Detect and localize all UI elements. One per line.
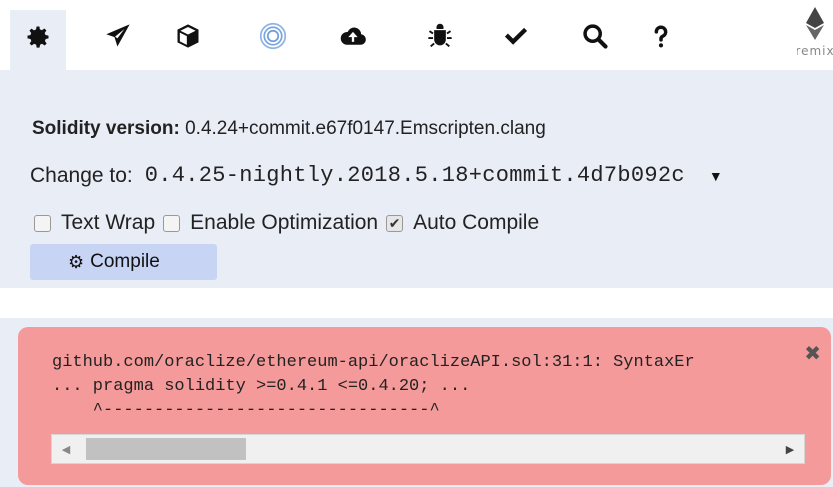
checkmark-icon <box>502 22 530 57</box>
remix-logo: remix <box>797 6 833 70</box>
error-line: ... pragma solidity >=0.4.1 <=0.4.20; ..… <box>52 377 471 396</box>
error-line: ^--------------------------------^ <box>52 401 440 420</box>
search-icon <box>581 22 609 57</box>
scroll-right-icon[interactable]: ▶ <box>778 435 802 463</box>
compile-button[interactable]: ⚙ Compile <box>30 244 217 280</box>
cloud-upload-icon <box>339 22 367 57</box>
text-wrap-label: Text Wrap <box>61 211 156 234</box>
solidity-version-value: 0.4.24+commit.e67f0147.Emscripten.clang <box>185 118 546 139</box>
tab-run[interactable] <box>90 10 146 68</box>
text-wrap-checkbox[interactable] <box>34 214 51 232</box>
dropdown-caret-icon[interactable]: ▼ <box>709 168 723 184</box>
question-icon <box>647 22 675 57</box>
target-rings-icon <box>259 22 287 57</box>
horizontal-scrollbar[interactable]: ◀ ▶ <box>51 434 805 464</box>
auto-compile-checkbox[interactable]: ✔ <box>386 214 404 232</box>
logo-text: remix <box>797 44 833 58</box>
scroll-left-icon[interactable]: ◀ <box>54 435 78 463</box>
compile-options: Text Wrap Enable Optimization ✔ Auto Com… <box>34 211 547 235</box>
tab-bar: remix <box>0 0 833 70</box>
panel-gap <box>0 288 833 318</box>
enable-optimization-label: Enable Optimization <box>190 211 379 234</box>
tab-settings[interactable] <box>10 10 66 70</box>
tab-bug[interactable] <box>412 10 468 68</box>
tab-upload[interactable] <box>325 10 381 68</box>
paper-plane-icon <box>104 22 132 57</box>
error-message: github.com/oraclize/ethereum-api/oracliz… <box>52 351 802 423</box>
compile-button-label: Compile <box>90 251 160 272</box>
scroll-thumb[interactable] <box>86 438 246 460</box>
error-line: github.com/oraclize/ethereum-api/oracliz… <box>52 353 695 372</box>
tab-search[interactable] <box>567 10 623 68</box>
change-version-row: Change to: 0.4.25-nightly.2018.5.18+comm… <box>30 163 723 188</box>
tab-test[interactable] <box>488 10 544 68</box>
auto-compile-label: Auto Compile <box>413 211 540 234</box>
ethereum-logo-icon <box>806 7 824 40</box>
enable-optimization-checkbox[interactable] <box>163 214 181 232</box>
solidity-version-label: Solidity version: <box>32 118 180 139</box>
tab-debugger[interactable] <box>245 10 301 68</box>
gear-icon: ⚙ <box>68 251 85 272</box>
solidity-version-row: Solidity version: 0.4.24+commit.e67f0147… <box>32 118 546 140</box>
bug-icon <box>426 22 454 57</box>
compiler-version-select[interactable]: 0.4.25-nightly.2018.5.18+commit.4d7b092c <box>145 163 685 188</box>
close-icon[interactable]: ✖ <box>804 341 821 366</box>
gear-icon <box>24 23 52 58</box>
change-to-label: Change to: <box>30 163 133 187</box>
tab-analysis[interactable] <box>160 10 216 68</box>
cube-icon <box>174 22 202 57</box>
compile-error-box: ✖ github.com/oraclize/ethereum-api/oracl… <box>18 327 831 485</box>
tab-help[interactable] <box>633 10 689 68</box>
